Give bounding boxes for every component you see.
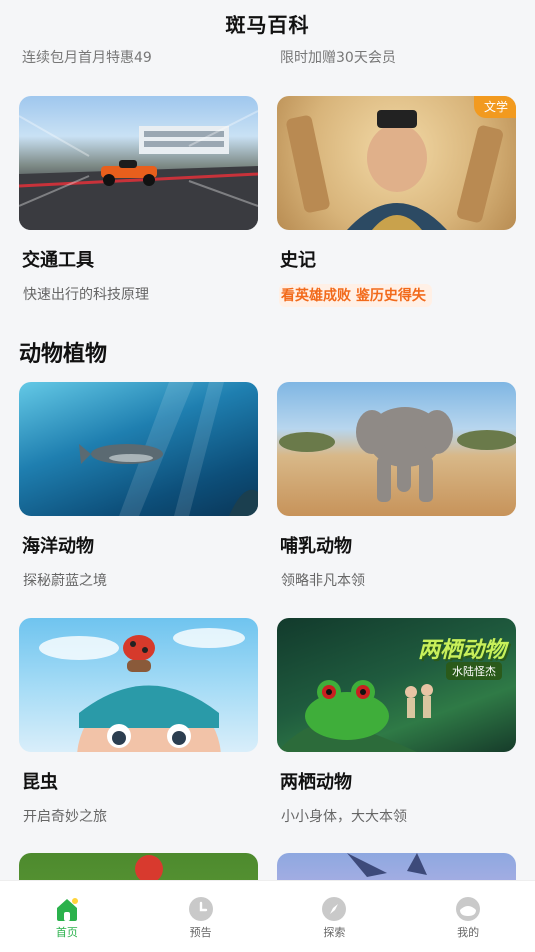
card-title: 两栖动物 [280,772,352,793]
tab-label: 探索 [323,926,346,939]
thumbnail-overlay-subtitle: 水陆怪杰 [446,662,502,680]
tab-label: 预告 [189,926,212,939]
course-card-transport[interactable]: 交通工具 快速出行的科技原理 [19,96,258,304]
course-thumbnail: 文学 [277,96,516,230]
tab-label: 我的 [457,926,480,939]
card-subtitle: 限时加赠30天会员 [280,50,396,66]
tab-profile[interactable]: 我的 [401,881,535,952]
tab-label: 首页 [55,926,78,939]
elephant-illustration [279,407,516,502]
thumbnail-overlay-title: 两栖动物 [417,638,506,663]
section-title: 动物植物 [19,342,108,367]
course-thumbnail [19,618,258,752]
card-subtitle: 快速出行的科技原理 [23,287,149,303]
ladybug-boy-illustration [39,628,245,752]
card-title: 哺乳动物 [280,536,352,557]
whale-illustration [79,382,258,516]
page-title: 斑马百科 [225,12,310,37]
course-thumbnail [19,853,258,880]
clock-icon [188,897,213,921]
card-subtitle: 连续包月首月特惠49 [22,50,152,66]
card-subtitle: 探秘蔚蓝之境 [23,573,107,589]
card-promo-subtitle: 看英雄成败 鉴历史得失 [279,284,432,307]
course-card-shiji[interactable]: 文学 史记 看英雄成败 鉴历史得失 [277,96,516,307]
card-title: 史记 [280,250,316,271]
course-card-insect[interactable]: 昆虫 开启奇妙之旅 [19,618,258,826]
flower-illustration [135,855,163,880]
tab-preview[interactable]: 预告 [134,881,268,952]
course-card-mammal[interactable]: 哺乳动物 领略非凡本领 [277,382,516,590]
bottom-tab-bar: 首页 预告 探索 我的 [0,880,535,952]
course-thumbnail [19,96,258,230]
course-thumbnail [277,382,516,516]
bird-illustration [347,853,427,877]
course-card-amphibian[interactable]: 两栖动物 水陆怪杰 两栖动物 小小身体，大大本领 [277,618,516,826]
course-card-partial[interactable] [19,853,258,880]
card-title: 海洋动物 [22,536,94,557]
home-icon [56,898,78,921]
category-tag: 文学 [473,96,516,118]
course-thumbnail [19,382,258,516]
course-card-partial[interactable] [277,853,516,880]
card-subtitle: 领略非凡本领 [281,573,365,589]
app-header: 斑马百科 [0,0,535,46]
content-scroll[interactable]: 连续包月首月特惠49 限时加赠30天会员 交通工具 快速出行的科技原理 文学 史… [0,0,535,880]
tab-explore[interactable]: 探索 [268,881,402,952]
card-subtitle: 小小身体，大大本领 [281,809,407,825]
tab-home[interactable]: 首页 [0,881,134,952]
compass-icon [322,897,347,921]
profile-icon [456,897,481,921]
course-card-ocean[interactable]: 海洋动物 探秘蔚蓝之境 [19,382,258,590]
course-thumbnail: 两栖动物 水陆怪杰 [277,618,516,752]
card-title: 交通工具 [22,250,94,271]
card-subtitle: 开启奇妙之旅 [23,809,107,825]
course-thumbnail [277,853,516,880]
race-car-illustration [19,110,258,230]
card-title: 昆虫 [22,772,58,793]
